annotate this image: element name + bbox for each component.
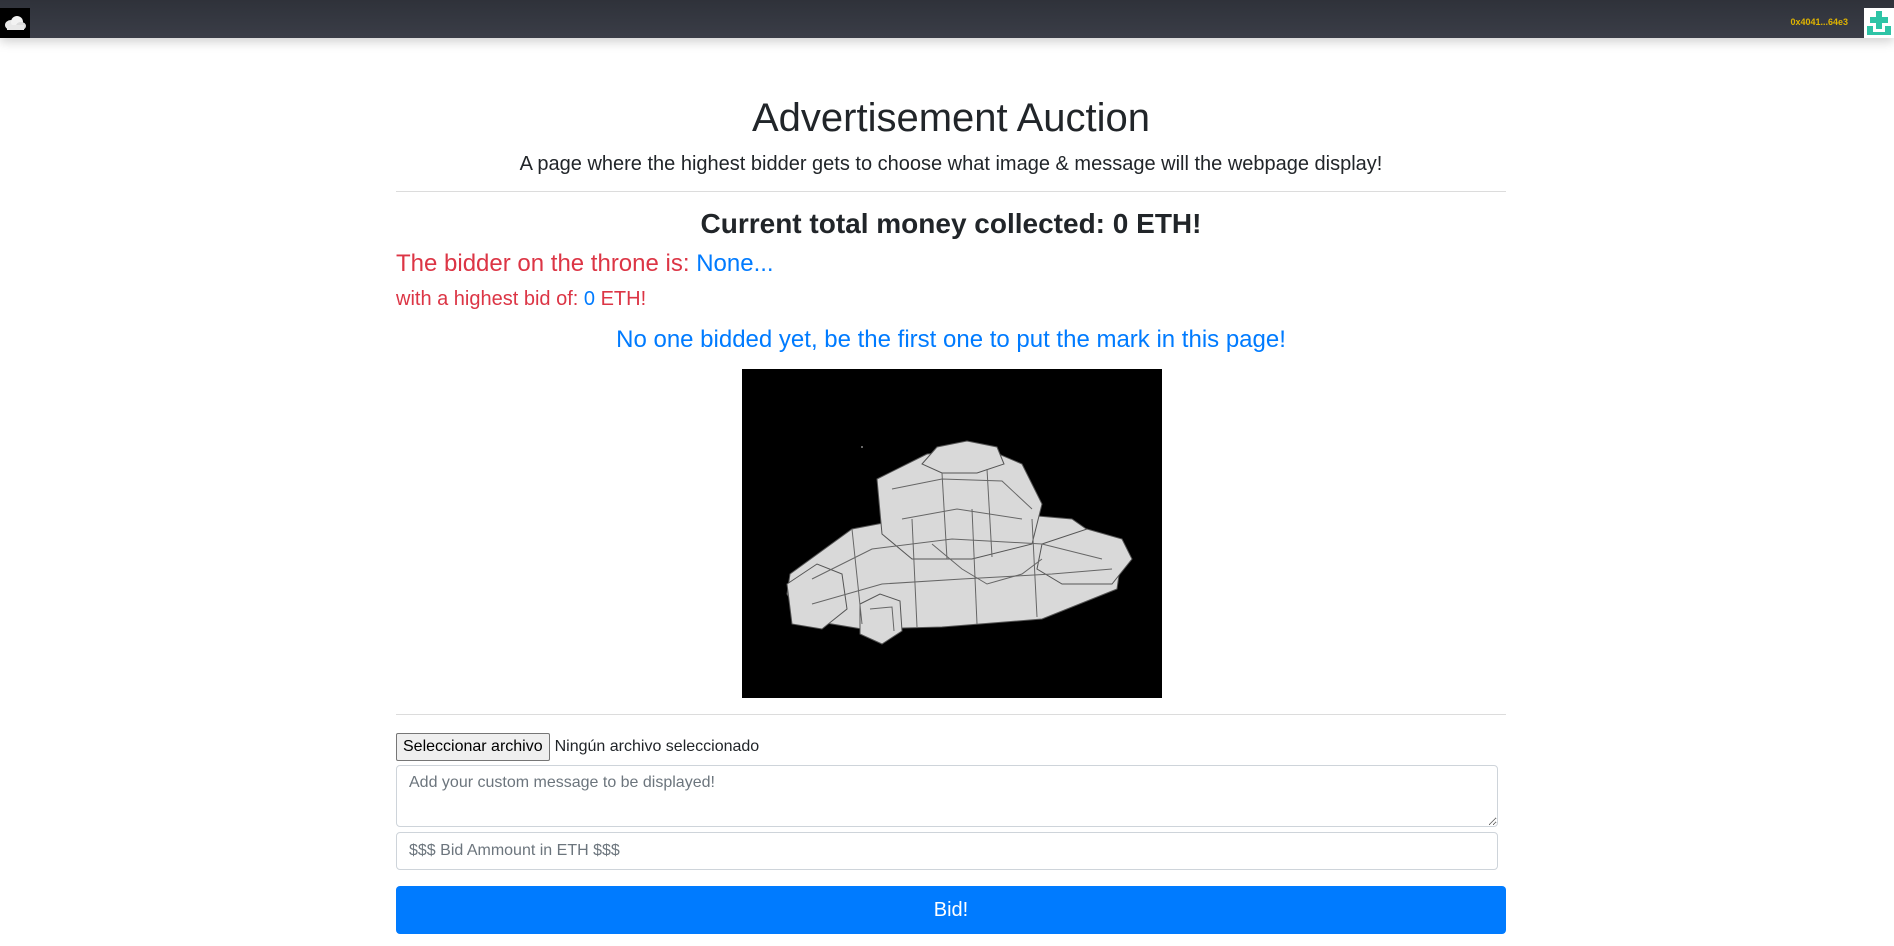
throne-bidder: None... <box>696 250 774 277</box>
throne-label: The bidder on the throne is: <box>396 250 690 277</box>
highest-bid-value: 0 <box>583 288 596 310</box>
file-status: Ningún archivo seleccionado <box>554 738 760 755</box>
choose-file-button[interactable]: Seleccionar archivo <box>396 733 550 761</box>
total-label: Current total money collected: <box>700 208 1106 239</box>
divider-bottom <box>396 714 1506 715</box>
bid-amount-input[interactable] <box>396 832 1498 870</box>
custom-message-field[interactable] <box>396 765 1498 827</box>
page-subtitle: A page where the highest bidder gets to … <box>519 153 1383 175</box>
page-title: Advertisement Auction <box>752 96 1150 140</box>
top-navbar: 0x4041...64e3 <box>0 0 1894 38</box>
total-collected: Current total money collected: 0 ETH! <box>396 208 1506 240</box>
file-picker: Seleccionar archivo Ningún archivo selec… <box>396 733 759 761</box>
highest-bid-line: with a highest bid of: 0 ETH! <box>396 288 646 311</box>
spaceship-wireframe-image <box>742 369 1162 698</box>
divider-top <box>396 191 1506 192</box>
throne-line: The bidder on the throne is: None... <box>396 250 774 278</box>
identicon-avatar-icon[interactable] <box>1864 8 1894 38</box>
highest-bid-label: with a highest bid of: <box>396 288 579 310</box>
total-unit: ETH! <box>1136 208 1202 239</box>
cloud-logo-icon[interactable] <box>0 8 30 38</box>
account-address: 0x4041...64e3 <box>1790 17 1848 27</box>
total-value: 0 <box>1112 208 1129 239</box>
bid-button[interactable]: Bid! <box>396 886 1506 934</box>
highest-bid-unit: ETH! <box>600 288 647 310</box>
no-bid-message: No one bidded yet, be the first one to p… <box>616 326 1286 353</box>
